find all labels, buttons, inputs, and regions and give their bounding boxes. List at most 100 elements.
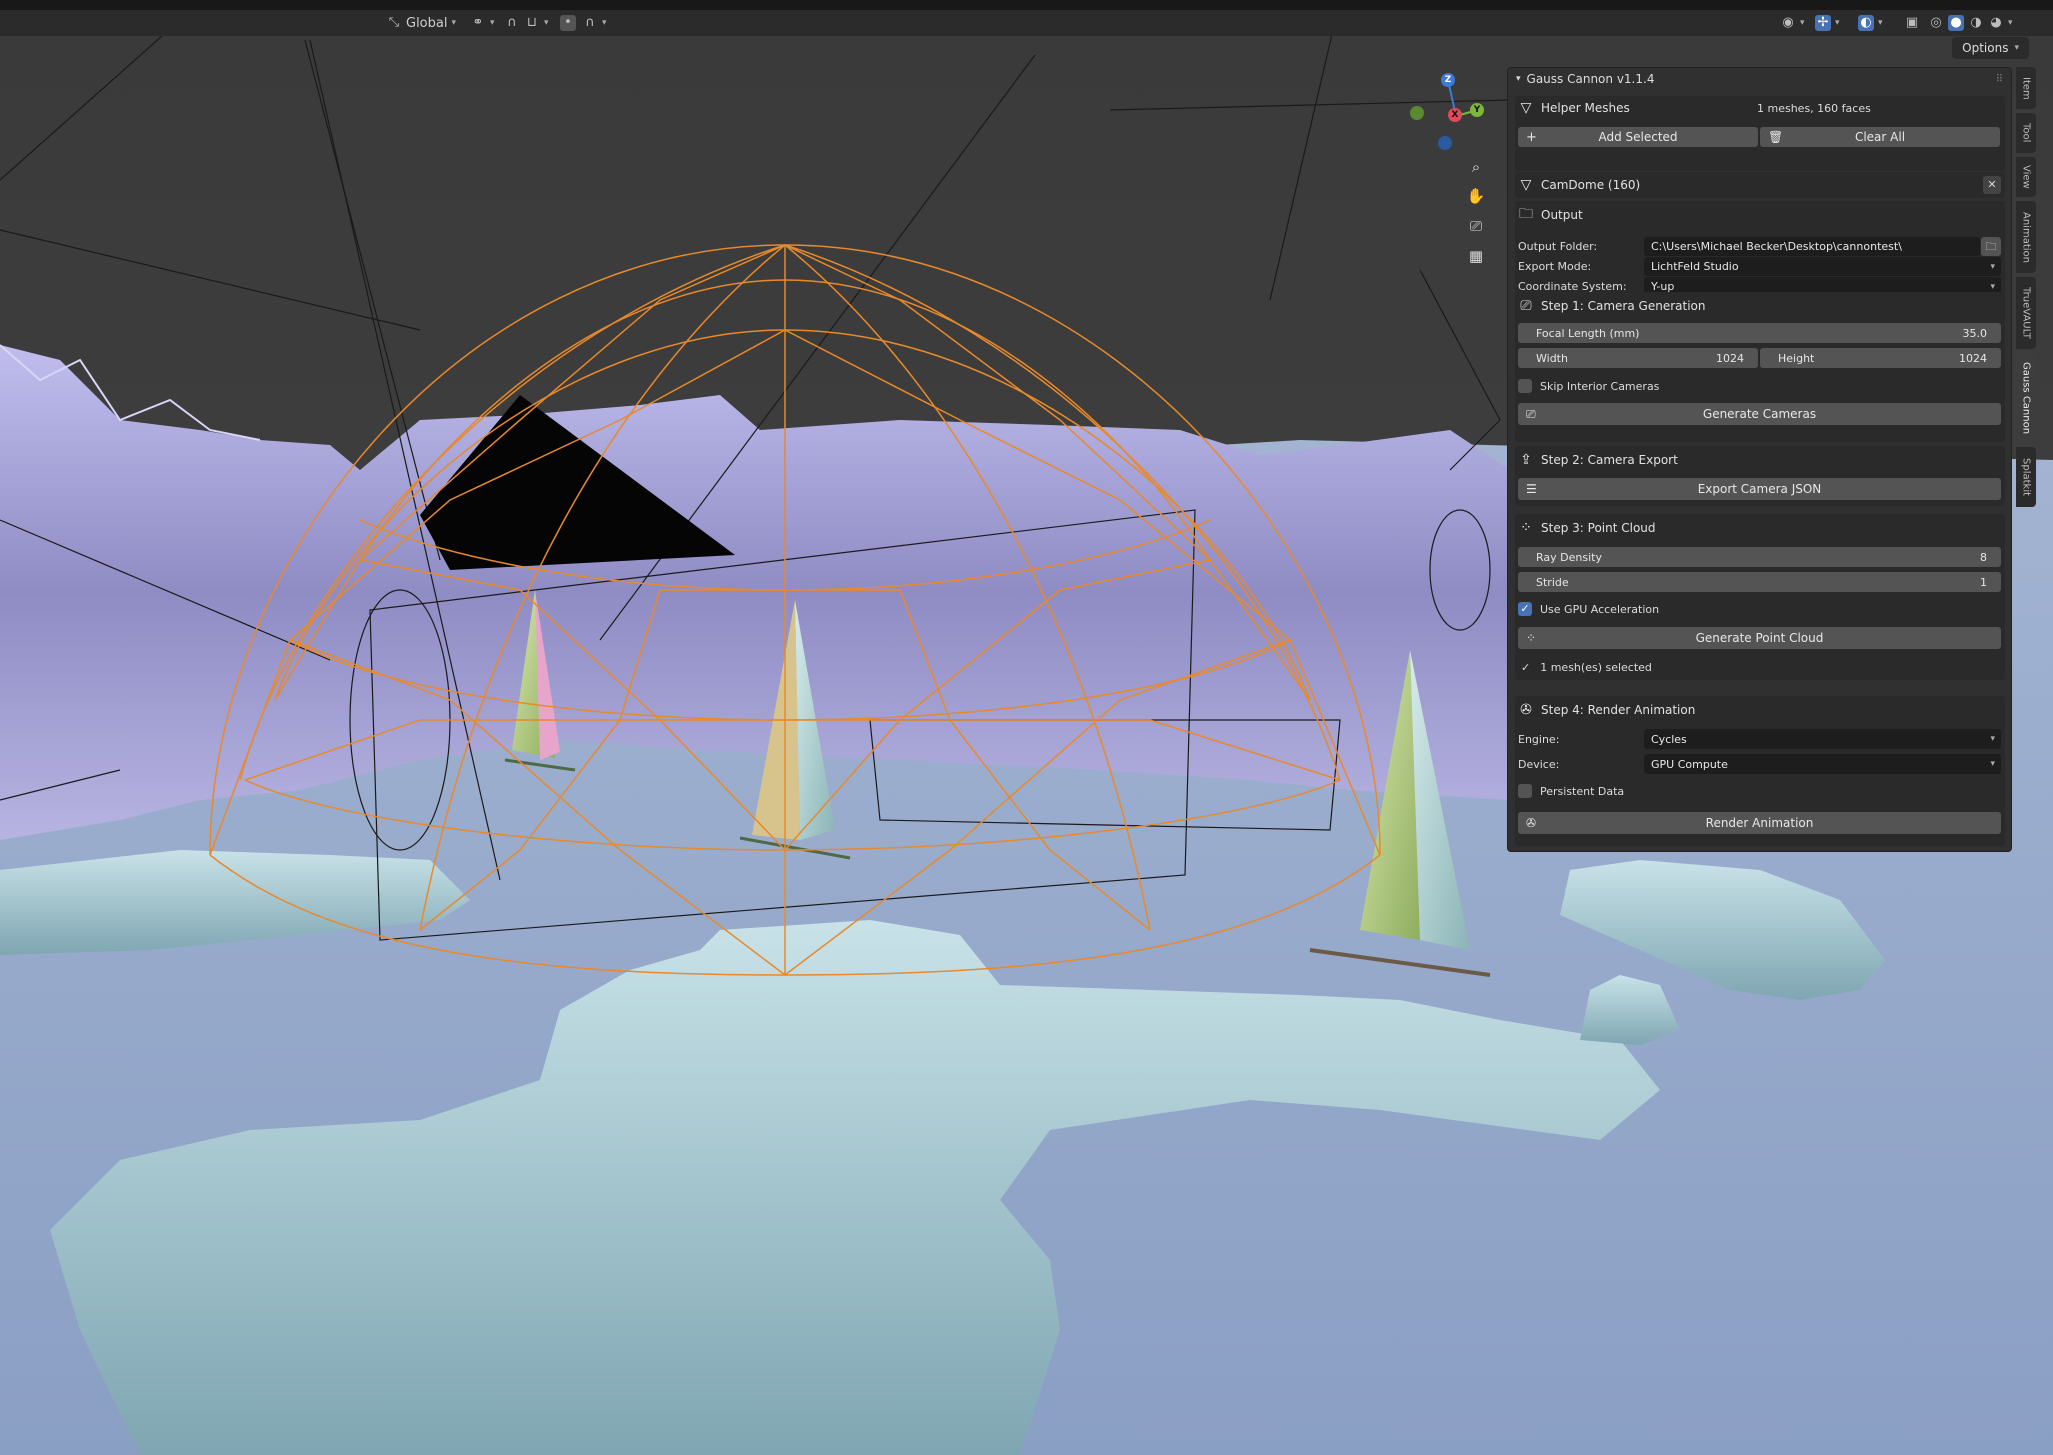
chevron-down-icon: ▾	[451, 18, 457, 28]
zoom-icon[interactable]: ⌕	[1464, 155, 1488, 179]
chevron-down-icon: ▾	[490, 18, 495, 28]
tab-splatkit[interactable]: Splatkit	[2016, 447, 2036, 507]
options-label: Options	[1962, 41, 2009, 55]
shading-wireframe-button[interactable]: ◎	[1928, 13, 1944, 33]
navigation-gizmo[interactable]: Z Y X	[1410, 70, 1490, 150]
device-dropdown[interactable]: GPU Compute ▾	[1644, 754, 2001, 774]
use-gpu-label: Use GPU Acceleration	[1540, 602, 1660, 616]
output-folder-field[interactable]: C:\Users\Michael Becker\Desktop\cannonte…	[1644, 237, 1980, 256]
clear-all-button[interactable]: 🗑 Clear All	[1760, 127, 2000, 147]
drag-handle-icon[interactable]: ⠿	[1996, 74, 2003, 85]
ray-density-field[interactable]: Ray Density 8	[1518, 547, 2001, 567]
camera-view-icon[interactable]: ⎚	[1464, 214, 1488, 238]
chevron-down-icon: ▾	[602, 18, 607, 28]
persistent-data-label: Persistent Data	[1540, 784, 1625, 798]
point-cloud-icon: ⁘	[1520, 520, 1532, 536]
gizmo-y-axis[interactable]: Y	[1470, 103, 1484, 117]
mesh-list-item[interactable]: ▽ CamDome (160) ✕	[1515, 172, 2005, 198]
skip-interior-checkbox[interactable]: Skip Interior Cameras	[1515, 375, 2005, 397]
gizmo-z-axis[interactable]: Z	[1441, 73, 1455, 87]
pan-hand-icon[interactable]: ✋	[1464, 184, 1488, 208]
options-dropdown[interactable]: Options ▾	[1952, 37, 2029, 59]
step2-label: Step 2: Camera Export	[1541, 453, 1678, 467]
tab-item[interactable]: Item	[2016, 67, 2036, 109]
remove-mesh-close-icon[interactable]: ✕	[1983, 176, 2001, 194]
tab-gauss-cannon[interactable]: Gauss Cannon	[2016, 353, 2036, 443]
pivot-dropdown[interactable]: ⚭ ▾	[470, 13, 495, 33]
snap-toggle[interactable]: ∩	[504, 13, 520, 33]
panel-header[interactable]: ▾ Gauss Cannon v1.1.4 ⠿	[1508, 68, 2011, 90]
point-cloud-icon: ⁘	[1526, 631, 1537, 645]
height-field[interactable]: Height 1024	[1760, 348, 2001, 368]
add-selected-button[interactable]: + Add Selected	[1518, 127, 1758, 147]
use-gpu-checkbox[interactable]: ✓ Use GPU Acceleration	[1515, 598, 2005, 620]
perspective-grid-icon[interactable]: ▦	[1464, 244, 1488, 268]
transform-orientation-dropdown[interactable]: ⤡ Global ▾	[386, 13, 456, 33]
chevron-down-icon: ▾	[1990, 734, 1995, 744]
xray-icon: ▣	[1905, 15, 1919, 30]
step4-section: ✇ Step 4: Render Animation Engine: Cycle…	[1515, 696, 2005, 846]
tab-view[interactable]: View	[2016, 157, 2036, 197]
chevron-down-icon: ▾	[1990, 281, 1995, 292]
shading-rendered-button[interactable]: ◕ ▾	[1988, 13, 2013, 33]
gizmo-x-axis[interactable]: X	[1448, 108, 1462, 122]
tab-tool[interactable]: Tool	[2016, 113, 2036, 153]
top-bar	[0, 0, 2053, 10]
width-value: 1024	[1716, 351, 1744, 365]
overlay-toggle[interactable]: ◐ ▾	[1858, 13, 1883, 33]
gizmo-neg-y[interactable]	[1410, 106, 1424, 120]
stride-field[interactable]: Stride 1	[1518, 572, 2001, 592]
mesh-triangle-icon: ▽	[1520, 177, 1532, 193]
ray-density-value: 8	[1980, 550, 1987, 564]
visibility-dropdown[interactable]: ◉ ▾	[1780, 13, 1805, 33]
mesh-item-label: CamDome (160)	[1541, 178, 1641, 192]
folder-icon: 🗀	[1519, 206, 1533, 222]
export-camera-json-button[interactable]: ☰ Export Camera JSON	[1518, 478, 2001, 500]
render-animation-button[interactable]: ✇ Render Animation	[1518, 812, 2001, 834]
focal-length-field[interactable]: Focal Length (mm) 35.0	[1518, 323, 2001, 343]
chevron-down-icon: ▾	[1990, 261, 1995, 272]
step4-label: Step 4: Render Animation	[1541, 703, 1696, 717]
chevron-down-icon: ▾	[1990, 759, 1995, 769]
gizmo-toggle[interactable]: ✢ ▾	[1815, 13, 1840, 33]
camera-generation-icon: ⎚	[1520, 298, 1532, 314]
proportional-edit-icon: •	[560, 15, 576, 31]
checkmark-icon: ✓	[1518, 602, 1532, 616]
shading-material-button[interactable]: ◑	[1968, 13, 1984, 33]
tab-animation[interactable]: Animation	[2016, 201, 2036, 273]
output-folder-label: Output Folder:	[1518, 240, 1598, 253]
folder-browse-icon[interactable]: 🗀	[1981, 237, 2001, 256]
overlay-icon: ◐	[1858, 15, 1874, 31]
gizmo-neg-z[interactable]	[1438, 136, 1452, 150]
export-mode-dropdown[interactable]: LichtFeld Studio ▾	[1644, 257, 2001, 276]
magnet-icon: ∩	[507, 15, 517, 30]
checkbox-box	[1518, 784, 1532, 798]
chevron-down-icon: ▾	[1800, 18, 1805, 28]
step1-label: Step 1: Camera Generation	[1541, 299, 1706, 313]
falloff-curve-icon: ∩	[585, 15, 595, 30]
chevron-down-icon: ▾	[2008, 18, 2013, 28]
stride-label: Stride	[1536, 575, 1569, 589]
engine-dropdown[interactable]: Cycles ▾	[1644, 729, 2001, 749]
plus-icon: +	[1526, 129, 1537, 145]
xray-toggle[interactable]: ▣	[1904, 13, 1920, 33]
falloff-dropdown[interactable]: ∩ ▾	[582, 13, 607, 33]
trash-icon: 🗑	[1768, 130, 1784, 144]
viewport-header: ⤡ Global ▾ ⚭ ▾ ∩ ⊔ ▾ • ∩ ▾ ◉ ▾ ✢ ▾ ◐ ▾ ▣…	[0, 10, 2053, 36]
persistent-data-checkbox[interactable]: Persistent Data	[1515, 780, 2005, 802]
generate-cameras-button[interactable]: ⎚ Generate Cameras	[1518, 403, 2001, 425]
render-animation-label: Render Animation	[1705, 816, 1814, 830]
generate-point-cloud-button[interactable]: ⁘ Generate Point Cloud	[1518, 627, 2001, 649]
device-value: GPU Compute	[1651, 757, 1728, 771]
mesh-triangle-icon: ▽	[1520, 100, 1532, 116]
link-icon: ⚭	[472, 15, 484, 30]
tab-truevault[interactable]: TrueVAULT	[2016, 277, 2036, 349]
proportional-edit-toggle[interactable]: •	[560, 13, 576, 33]
width-field[interactable]: Width 1024	[1518, 348, 1758, 368]
step1-section: ⎚ Step 1: Camera Generation Focal Length…	[1515, 292, 2005, 442]
shading-solid-button[interactable]: ●	[1948, 13, 1964, 33]
rendered-sphere-icon: ◕	[1990, 15, 2002, 30]
ray-density-label: Ray Density	[1536, 550, 1602, 564]
wireframe-sphere-icon: ◎	[1930, 15, 1942, 30]
snap-dropdown[interactable]: ⊔ ▾	[524, 13, 549, 33]
